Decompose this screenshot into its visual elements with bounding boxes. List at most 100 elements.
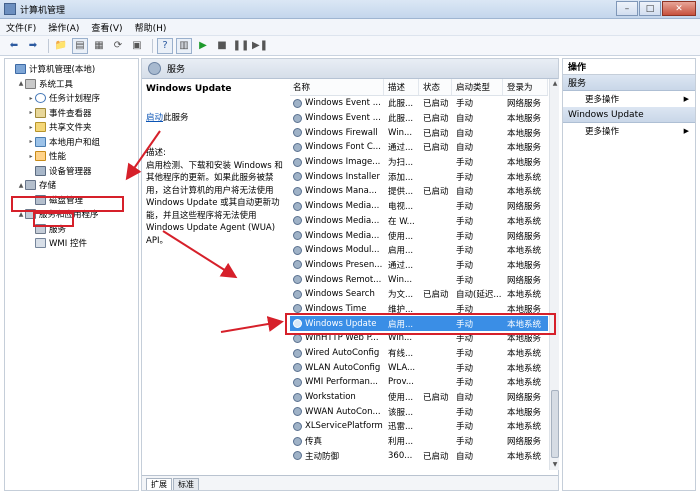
tree-item[interactable]: ▸ 事件查看器	[5, 106, 138, 121]
tab-standard[interactable]: 标准	[173, 478, 199, 490]
service-description: Prov...	[388, 377, 414, 388]
table-row[interactable]: WMI Performan... Prov... 手动 本地系统	[290, 375, 548, 390]
service-name: Windows Search	[305, 289, 375, 300]
show-action-pane-icon[interactable]: ▥	[176, 37, 192, 54]
table-row[interactable]: Windows Firewall Win... 已启动 自动 本地服务	[290, 125, 548, 140]
more-actions-services[interactable]: 更多操作 ▶	[563, 91, 695, 107]
tree-item[interactable]: ▲ 系统工具	[5, 77, 138, 92]
export-list-icon[interactable]: ▣	[129, 38, 145, 54]
restart-service-icon[interactable]: ▶❚	[252, 38, 268, 54]
table-row[interactable]: Windows Media... 使用... 手动 网络服务	[290, 228, 548, 243]
table-row[interactable]: Windows Mana... 提供... 已启动 自动 本地系统	[290, 184, 548, 199]
shared-folder-icon	[35, 122, 46, 133]
tree-expander-icon[interactable]: ▸	[27, 124, 35, 131]
table-row[interactable]: Windows Remot... Win... 手动 网络服务	[290, 272, 548, 287]
vertical-scrollbar[interactable]: ▲ ▼	[549, 79, 559, 470]
column-description[interactable]: 描述	[384, 79, 419, 95]
table-row[interactable]: WWAN AutoCon... 该服... 手动 本地服务	[290, 404, 548, 419]
table-row[interactable]: Windows Modul... 启用... 手动 本地系统	[290, 243, 548, 258]
service-logon-as: 本地系统	[507, 290, 542, 301]
table-row[interactable]: 传真 利用... 手动 网络服务	[290, 434, 548, 449]
service-gear-icon	[293, 421, 302, 431]
tree-item-label: 系统工具	[39, 79, 74, 90]
pause-service-icon[interactable]: ❚❚	[233, 38, 250, 54]
service-description: Win...	[388, 127, 413, 138]
up-folder-icon[interactable]: 📁	[53, 38, 69, 54]
actions-pane: 操作 服务 更多操作 ▶ Windows Update 更多操作 ▶	[562, 58, 696, 491]
service-gear-icon	[293, 128, 302, 138]
tree-item[interactable]: ▲ 存储	[5, 178, 138, 193]
highlight-box-services	[33, 212, 74, 227]
scroll-down-arrow-icon[interactable]: ▼	[551, 461, 559, 469]
start-service-icon[interactable]: ▶	[195, 38, 211, 54]
more-actions-windows-update[interactable]: 更多操作 ▶	[563, 123, 695, 139]
table-row[interactable]: Windows Font C... 通过... 已启动 自动 本地服务	[290, 140, 548, 155]
description-label: 描述:	[146, 148, 166, 158]
tree-expander-icon[interactable]: ▸	[27, 95, 35, 102]
close-button[interactable]: ✕	[662, 1, 696, 16]
tree-expander-icon[interactable]: ▸	[27, 138, 35, 145]
tree-item[interactable]: ▸ 本地用户和组	[5, 135, 138, 150]
service-logon-as: 本地系统	[507, 216, 542, 227]
service-gear-icon	[293, 451, 302, 461]
show-tree-icon[interactable]: ▤	[72, 37, 88, 54]
column-status[interactable]: 状态	[419, 79, 452, 95]
table-row[interactable]: WLAN AutoConfig WLA... 手动 本地系统	[290, 360, 548, 375]
table-row[interactable]: Windows Media... 在 W... 手动 本地系统	[290, 214, 548, 229]
menu-file[interactable]: 文件(F)	[0, 21, 42, 34]
refresh-icon[interactable]: ⟳	[110, 38, 126, 54]
maximize-button[interactable]: □	[639, 1, 661, 16]
properties-icon[interactable]: ▦	[91, 38, 107, 54]
table-row[interactable]: Windows Search 为文... 已启动 自动(延迟... 本地系统	[290, 287, 548, 302]
back-arrow-icon[interactable]: ⬅	[6, 38, 22, 54]
table-row[interactable]: Windows Media... 电视... 手动 网络服务	[290, 199, 548, 214]
column-startup-type[interactable]: 启动类型	[452, 79, 503, 95]
tab-extended[interactable]: 扩展	[146, 478, 172, 490]
service-name: Windows Modul...	[305, 245, 380, 256]
service-gear-icon	[293, 216, 302, 226]
minimize-button[interactable]: –	[616, 1, 638, 16]
service-gear-icon	[293, 392, 302, 402]
menu-help[interactable]: 帮助(H)	[129, 21, 173, 34]
service-description: Win...	[388, 274, 413, 285]
service-status: 已启动	[423, 290, 449, 301]
performance-icon	[35, 151, 46, 162]
toolbar-separator	[152, 38, 153, 53]
forward-arrow-icon[interactable]: ➡	[25, 38, 41, 54]
table-row[interactable]: Windows Event ... 此服... 已启动 手动 网络服务	[290, 96, 548, 111]
tree-expander-icon[interactable]: ▲	[17, 80, 25, 87]
column-logon-as[interactable]: 登录为	[503, 79, 548, 95]
table-row[interactable]: 主动防御 360... 已启动 自动 本地系统	[290, 449, 548, 464]
tree-item[interactable]: ▸ 共享文件夹	[5, 120, 138, 135]
column-name[interactable]: 名称	[290, 79, 384, 95]
menu-action[interactable]: 操作(A)	[42, 21, 85, 34]
actions-section-windows-update[interactable]: Windows Update	[563, 107, 695, 123]
stop-service-icon[interactable]: ■	[214, 38, 230, 54]
table-row[interactable]: XLServicePlatform 迅雷... 手动 本地系统	[290, 419, 548, 434]
tree-item[interactable]: 设备管理器	[5, 164, 138, 179]
tree-expander-icon[interactable]: ▸	[27, 109, 35, 116]
tree-item[interactable]: ▸ 性能	[5, 149, 138, 164]
tree-item[interactable]: ▸ 任务计划程序	[5, 91, 138, 106]
service-startup-type: 手动	[456, 202, 474, 213]
actions-section-services[interactable]: 服务	[563, 75, 695, 91]
tree-item[interactable]: 计算机管理(本地)	[5, 62, 138, 77]
service-gear-icon	[293, 142, 302, 152]
scroll-up-arrow-icon[interactable]: ▲	[551, 80, 559, 88]
service-startup-type: 手动	[456, 437, 474, 448]
scrollbar-thumb[interactable]	[551, 390, 559, 458]
table-row[interactable]: Windows Presen... 通过... 手动 本地服务	[290, 258, 548, 273]
table-row[interactable]: Wired AutoConfig 有线... 手动 本地系统	[290, 346, 548, 361]
table-row[interactable]: Windows Image... 为扫... 手动 本地服务	[290, 155, 548, 170]
table-row[interactable]: Windows Event ... 此服... 已启动 自动 本地服务	[290, 111, 548, 126]
table-row[interactable]: Workstation 使用... 已启动 自动 网络服务	[290, 390, 548, 405]
tree-item[interactable]: WMI 控件	[5, 236, 138, 251]
help-icon[interactable]: ?	[157, 37, 173, 54]
tree-expander-icon[interactable]: ▲	[17, 182, 25, 189]
service-logon-as: 本地系统	[507, 349, 542, 360]
menu-view[interactable]: 查看(V)	[85, 21, 128, 34]
tree-expander-icon[interactable]: ▸	[27, 153, 35, 160]
service-startup-type: 自动	[456, 114, 474, 125]
table-row[interactable]: Windows Installer 添加... 手动 本地系统	[290, 169, 548, 184]
start-service-link[interactable]: 启动	[146, 113, 163, 123]
